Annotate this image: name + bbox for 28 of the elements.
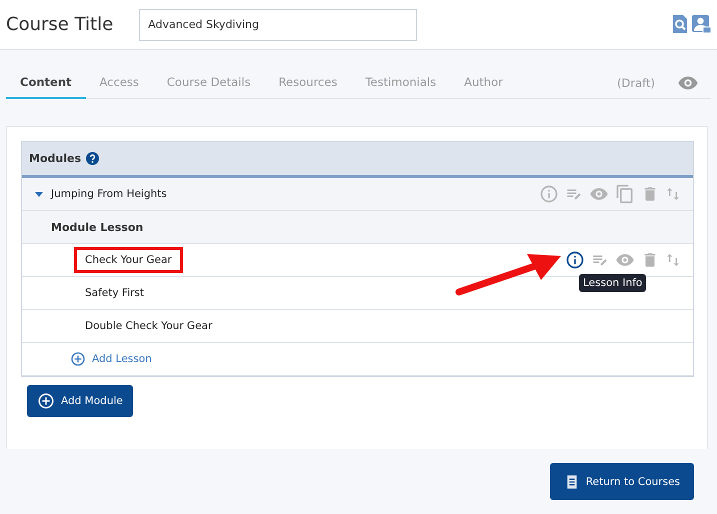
tooltip: Lesson Info	[579, 274, 646, 292]
lesson-name: Safety First	[84, 286, 146, 301]
module-row[interactable]: Jumping From Heights	[22, 178, 693, 211]
tab[interactable]: Resources	[264, 67, 352, 99]
page-title: Course Title	[6, 14, 114, 35]
lesson-name: Double Check Your Gear	[84, 319, 214, 334]
sort-icon[interactable]	[665, 186, 681, 202]
add-module-button[interactable]: Add Module	[27, 385, 133, 417]
search-icon[interactable]	[672, 15, 688, 33]
copy-icon[interactable]	[615, 184, 635, 204]
help-icon[interactable]	[86, 152, 99, 165]
tab[interactable]: Course Details	[152, 67, 265, 99]
course-title-field[interactable]: Advanced Skydiving	[139, 8, 418, 40]
info-icon[interactable]	[565, 250, 585, 270]
user-mail-icon[interactable]	[692, 15, 711, 34]
caret-icon[interactable]	[34, 189, 44, 199]
tab[interactable]: Content	[6, 67, 86, 99]
sort-icon[interactable]	[665, 252, 681, 268]
return-button[interactable]: Return to Courses	[550, 463, 694, 500]
tab[interactable]: Testimonials	[351, 67, 450, 99]
module-name: Jumping From Heights	[51, 188, 167, 200]
lesson-header: Module Lesson	[51, 220, 144, 234]
modules-title: Modules	[29, 152, 81, 165]
add-lesson-link[interactable]: Add Lesson	[70, 351, 152, 367]
draft-status: (Draft)	[617, 76, 655, 90]
highlighted-lesson-name: Check Your Gear	[74, 247, 183, 273]
tab[interactable]: Author	[450, 67, 517, 99]
tab[interactable]: Access	[86, 67, 153, 99]
